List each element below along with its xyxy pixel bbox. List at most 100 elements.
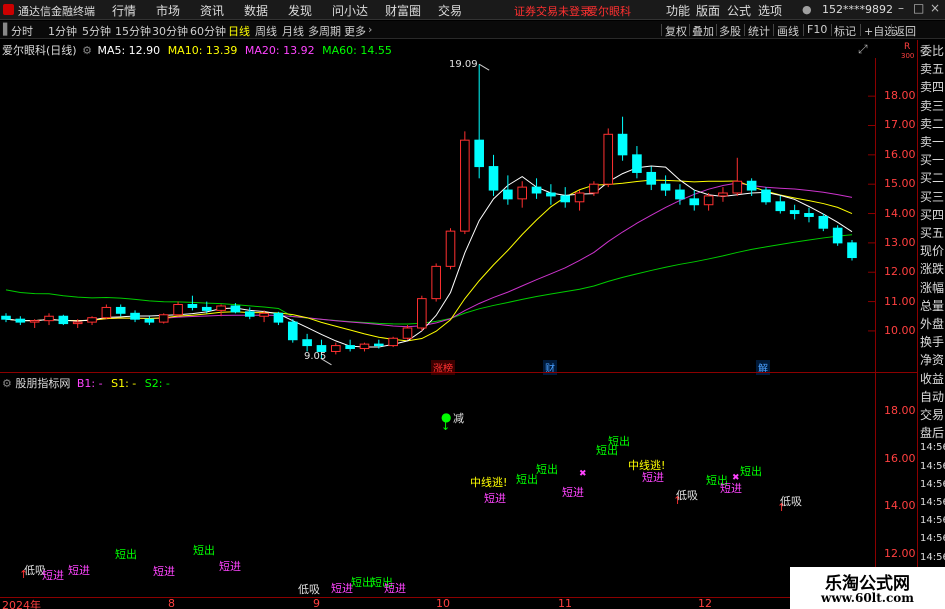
side-panel-item[interactable]: 自动 [920,388,945,405]
side-panel-item[interactable]: 总量 [920,297,945,314]
tab-more[interactable]: 更多 [344,23,366,39]
signal-duanchu: 短出 [351,576,373,589]
minimize-icon[interactable]: – [898,1,904,15]
menu-item-function[interactable]: 功能 [666,2,690,19]
side-panel-item[interactable]: 14:56 [920,479,945,490]
f10-button[interactable]: F10 [807,23,827,36]
candle-body [646,171,657,185]
side-panel-item[interactable]: 外盘 [920,315,945,332]
candle [488,154,499,196]
signal-duanchu: 短出 [596,444,618,457]
restore-rights-button[interactable]: 复权 [665,23,687,39]
side-panel-item[interactable]: 卖五 [920,60,945,77]
axis-divider [875,58,876,598]
account-id[interactable]: 152****9892 [822,3,893,16]
mark-button[interactable]: 标记 [834,23,856,39]
zoom-icon[interactable]: ⤢ [858,42,868,57]
candle [804,207,814,223]
menu-item-options[interactable]: 选项 [758,2,782,19]
tab-monthly[interactable]: 月线 [282,23,304,39]
toolbar-divider [716,24,717,36]
statistics-button[interactable]: 统计 [748,23,770,39]
side-panel-item[interactable]: 收益 [920,370,945,387]
indicator-axis-tick: 14.00 [884,499,916,513]
candle [44,313,54,326]
menu-item-market[interactable]: 市场 [156,2,180,19]
maximize-icon[interactable]: □ [913,1,924,15]
side-panel-item[interactable]: 现价 [920,242,945,259]
date-label-aug: 8 [168,597,175,609]
period-toolbar: ▌ 分时 1分钟 5分钟 15分钟 30分钟 60分钟 日线 周线 月线 多周期… [0,21,945,39]
side-panel-item[interactable]: 交易 [920,406,945,423]
candle-body [818,215,829,229]
indicator-settings-icon[interactable]: ⚙ [2,377,12,390]
candle [832,225,843,246]
side-panel-item[interactable]: 14:56 [920,442,945,453]
side-panel-item[interactable]: 净资 [920,351,945,368]
settings-gear-icon[interactable]: ⚙ [82,44,92,57]
side-panel-item[interactable]: 卖三 [920,97,945,114]
side-panel-item[interactable]: 14:56 [920,497,945,508]
candle [29,319,40,328]
chevron-right-icon[interactable]: › [368,23,372,36]
tab-60min[interactable]: 60分钟 [190,23,226,39]
indicator-s2: S2: - [144,377,170,390]
main-axis-tick: 11.00 [884,294,916,308]
candle [531,178,542,199]
login-notice[interactable]: 证券交易未登录 [514,3,591,19]
signal-duanjin: 短进 [153,565,175,578]
tab-15min[interactable]: 15分钟 [115,23,151,39]
side-panel-item[interactable]: 买三 [920,188,945,205]
side-panel-item[interactable]: 买四 [920,206,945,223]
candle [101,304,112,320]
tab-1min[interactable]: 1分钟 [48,23,77,39]
side-panel-item[interactable]: 买一 [920,151,945,168]
menu-item-wealth[interactable]: 财富圈 [385,2,421,19]
chart-title: 爱尔眼科(日线) [2,44,77,57]
menu-item-ask[interactable]: 问小达 [332,2,368,19]
high-price-label: 19.09 [449,59,478,70]
tab-30min[interactable]: 30分钟 [152,23,188,39]
side-panel-item[interactable]: 14:56 [920,552,945,563]
side-panel-item[interactable]: 买五 [920,224,945,241]
side-panel-item[interactable]: 卖一 [920,133,945,150]
tab-weekly[interactable]: 周线 [255,23,277,39]
close-icon[interactable]: × [930,1,940,15]
side-panel-item[interactable]: 涨幅 [920,279,945,296]
signal-duanjin: 短进 [562,486,584,499]
user-avatar-icon[interactable]: ● [802,3,812,16]
menu-item-news[interactable]: 资讯 [200,2,224,19]
overlay-button[interactable]: 叠加 [692,23,714,39]
tab-multi-period[interactable]: 多周期 [308,23,341,39]
side-panel-item[interactable]: 委比 [920,42,945,59]
side-panel-item[interactable]: 买二 [920,169,945,186]
candle-body [417,298,427,329]
side-panel-item[interactable]: 涨跌 [920,260,945,277]
side-panel-item[interactable]: 14:56 [920,515,945,526]
side-panel-item[interactable]: 卖二 [920,115,945,132]
candle [646,166,657,191]
candle [574,190,585,211]
menu-item-formula[interactable]: 公式 [727,2,751,19]
main-kline-chart[interactable] [0,58,915,372]
candle-body [617,133,628,156]
menu-item-quotes[interactable]: 行情 [112,2,136,19]
side-panel-item[interactable]: 盘后 [920,424,945,441]
draw-line-button[interactable]: 画线 [777,23,799,39]
side-panel-item[interactable]: 换手 [920,333,945,350]
tab-intraday[interactable]: 分时 [11,23,33,39]
watermark-url: www.60lt.com [821,591,914,605]
back-button[interactable]: 返回 [894,23,916,39]
menu-item-layout[interactable]: 版面 [696,2,720,19]
tab-daily[interactable]: 日线 [228,23,250,39]
toolbar-divider [689,24,690,36]
menu-item-discover[interactable]: 发现 [288,2,312,19]
indicator-b1: B1: - [76,377,103,390]
side-panel-item[interactable]: 卖四 [920,78,945,95]
side-panel-item[interactable]: 14:56 [920,461,945,472]
multi-stock-button[interactable]: 多股 [719,23,741,39]
tab-5min[interactable]: 5分钟 [82,23,111,39]
menu-item-trade[interactable]: 交易 [438,2,462,19]
menu-item-data[interactable]: 数据 [244,2,268,19]
side-panel-item[interactable]: 14:56 [920,533,945,544]
